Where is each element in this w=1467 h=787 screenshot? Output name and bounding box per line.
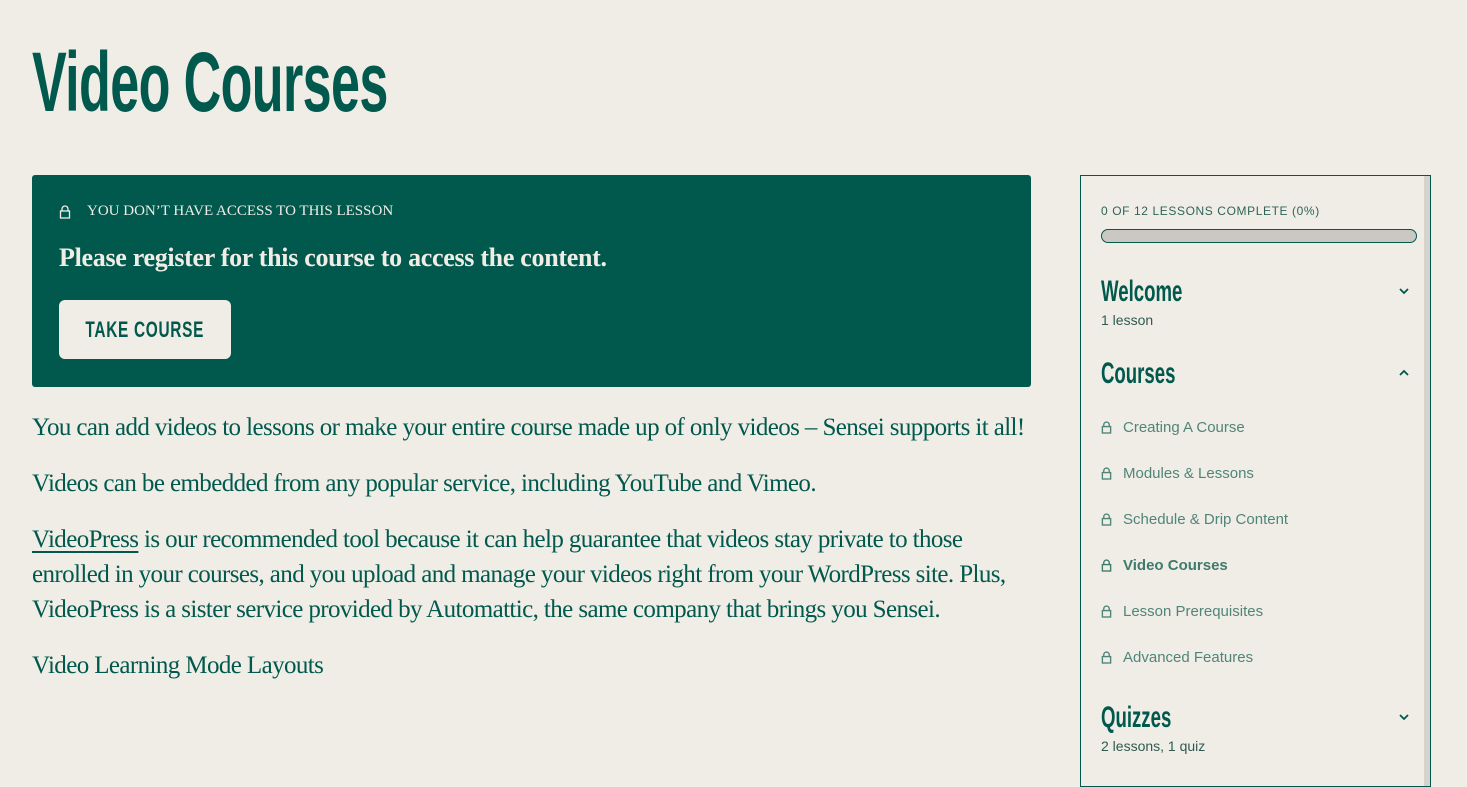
lock-icon (1101, 605, 1112, 618)
lock-icon (1101, 513, 1112, 526)
chevron-down-icon[interactable] (1397, 284, 1411, 298)
lock-icon (1101, 559, 1112, 572)
module-subtitle: 2 lessons, 1 quiz (1101, 738, 1206, 754)
lesson-item[interactable]: Schedule & Drip Content (1101, 511, 1288, 528)
content-paragraph: Video Learning Mode Layouts (32, 652, 324, 679)
module-title: Courses (1101, 357, 1176, 390)
progress-label: 0 OF 12 LESSONS COMPLETE (0%) (1101, 204, 1320, 218)
chevron-up-icon[interactable] (1397, 366, 1411, 380)
videopress-text: is our recommended tool because it can h… (32, 526, 1006, 623)
notice-heading: YOU DON’T HAVE ACCESS TO THIS LESSON (87, 203, 394, 219)
lesson-item[interactable]: Modules & Lessons (1101, 465, 1254, 482)
lesson-item[interactable]: Lesson Prerequisites (1101, 603, 1263, 620)
lock-icon (59, 204, 71, 219)
take-course-button[interactable]: TAKE COURSE (59, 300, 231, 359)
lock-icon (1101, 651, 1112, 664)
take-course-label: TAKE COURSE (85, 316, 205, 342)
content-paragraph-videopress: VideoPress is our recommended tool becau… (32, 522, 1037, 627)
module-welcome[interactable]: Welcome 1 lesson (1101, 274, 1411, 328)
lesson-label: Modules & Lessons (1123, 465, 1254, 482)
module-subtitle: 1 lesson (1101, 312, 1154, 328)
module-courses[interactable]: Courses (1101, 356, 1411, 392)
access-notice: YOU DON’T HAVE ACCESS TO THIS LESSON Ple… (32, 175, 1031, 387)
lesson-label: Advanced Features (1123, 649, 1254, 666)
content-paragraph: You can add videos to lessons or make yo… (32, 414, 1025, 441)
module-title: Welcome (1101, 275, 1183, 308)
lock-icon (1101, 421, 1112, 434)
videopress-link[interactable]: VideoPress (32, 526, 139, 553)
lesson-item[interactable]: Creating A Course (1101, 419, 1245, 436)
lesson-label: Schedule & Drip Content (1123, 511, 1289, 528)
chevron-down-icon[interactable] (1397, 710, 1411, 724)
content-paragraph: Videos can be embedded from any popular … (32, 470, 817, 497)
progress-bar (1101, 229, 1417, 243)
lesson-label: Lesson Prerequisites (1123, 603, 1264, 620)
lock-icon (1101, 467, 1112, 480)
page-title: Video Courses (32, 35, 388, 129)
module-title: Quizzes (1101, 701, 1172, 734)
lesson-item[interactable]: Advanced Features (1101, 649, 1253, 666)
lesson-content: You can add videos to lessons or make yo… (32, 410, 1037, 704)
course-navigation-sidebar: 0 OF 12 LESSONS COMPLETE (0%) Welcome 1 … (1080, 175, 1431, 787)
notice-heading-row: YOU DON’T HAVE ACCESS TO THIS LESSON (59, 203, 393, 220)
module-quizzes[interactable]: Quizzes 2 lessons, 1 quiz (1101, 700, 1411, 754)
sidebar-scrollbar[interactable] (1424, 176, 1430, 786)
notice-message: Please register for this course to acces… (59, 243, 607, 272)
lesson-label: Creating A Course (1123, 419, 1245, 436)
lesson-label: Video Courses (1123, 557, 1228, 574)
lesson-item-current[interactable]: Video Courses (1101, 557, 1228, 574)
